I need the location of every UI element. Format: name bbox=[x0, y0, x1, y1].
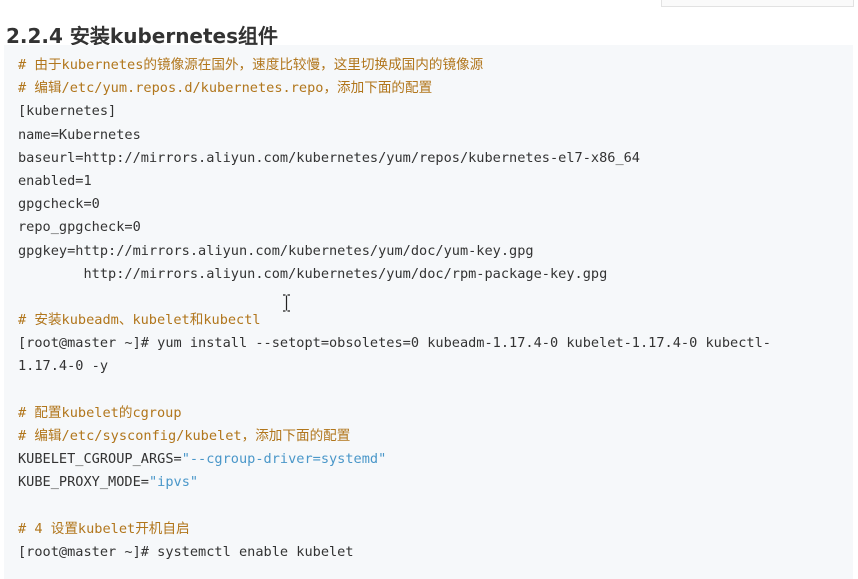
code-token-comment: # 配置kubelet的cgroup bbox=[18, 404, 182, 421]
code-line: # 编辑/etc/sysconfig/kubelet，添加下面的配置 bbox=[18, 425, 771, 448]
text-cursor-icon bbox=[283, 294, 290, 312]
code-token-plain: KUBELET_CGROUP_ARGS= bbox=[18, 451, 182, 468]
code-line: gpgcheck=0 bbox=[18, 193, 771, 216]
code-token-comment: # 由于kubernetes的镜像源在国外，速度比较慢，这里切换成国内的镜像源 bbox=[18, 57, 484, 73]
code-line: KUBELET_CGROUP_ARGS="--cgroup-driver=sys… bbox=[18, 448, 771, 471]
top-toolbar-fragment bbox=[661, 0, 854, 7]
code-token-comment: # 4 设置kubelet开机自启 bbox=[18, 520, 190, 537]
code-line: # 4 设置kubelet开机自启 bbox=[18, 518, 771, 541]
code-line: # 安装kubeadm、kubelet和kubectl bbox=[18, 309, 771, 332]
code-token-plain: [root@master ~]# yum install --setopt=ob… bbox=[18, 335, 771, 352]
code-token-comment: # 编辑/etc/yum.repos.d/kubernetes.repo，添加下… bbox=[18, 80, 433, 97]
code-lines: # 由于kubernetes的镜像源在国外，速度比较慢，这里切换成国内的镜像源 #… bbox=[18, 54, 771, 564]
code-line: # 由于kubernetes的镜像源在国外，速度比较慢，这里切换成国内的镜像源 bbox=[18, 54, 771, 77]
code-line: [kubernetes] bbox=[18, 100, 771, 123]
code-line: http://mirrors.aliyun.com/kubernetes/yum… bbox=[18, 263, 771, 286]
code-line: baseurl=http://mirrors.aliyun.com/kubern… bbox=[18, 147, 771, 170]
code-line: name=Kubernetes bbox=[18, 124, 771, 147]
code-token-plain: gpgcheck=0 bbox=[18, 196, 100, 213]
code-token-plain: enabled=1 bbox=[18, 172, 92, 189]
code-line: # 编辑/etc/yum.repos.d/kubernetes.repo，添加下… bbox=[18, 77, 771, 100]
code-token-comment: # 编辑/etc/sysconfig/kubelet，添加下面的配置 bbox=[18, 428, 351, 444]
code-token-plain: 1.17.4-0 -y bbox=[18, 358, 109, 375]
code-line: [root@master ~]# yum install --setopt=ob… bbox=[18, 332, 771, 355]
code-token-string: "--cgroup-driver=systemd" bbox=[181, 451, 387, 468]
code-line: KUBE_PROXY_MODE="ipvs" bbox=[18, 471, 771, 494]
code-token-plain: [root@master ~]# systemctl enable kubele… bbox=[18, 543, 354, 560]
code-token-plain: [kubernetes] bbox=[18, 103, 117, 120]
code-line: enabled=1 bbox=[18, 170, 771, 193]
code-line: # 配置kubelet的cgroup bbox=[18, 402, 771, 425]
code-block[interactable]: # 由于kubernetes的镜像源在国外，速度比较慢，这里切换成国内的镜像源 #… bbox=[4, 45, 853, 579]
code-line: gpgkey=http://mirrors.aliyun.com/kuberne… bbox=[18, 240, 771, 263]
code-token-plain: gpgkey=http://mirrors.aliyun.com/kuberne… bbox=[18, 242, 534, 259]
code-token-plain: KUBE_PROXY_MODE= bbox=[18, 474, 149, 491]
code-token-comment: # 安装kubeadm、kubelet和kubectl bbox=[18, 312, 261, 329]
code-token-plain: repo_gpgcheck=0 bbox=[18, 219, 141, 236]
code-token-plain: baseurl=http://mirrors.aliyun.com/kubern… bbox=[18, 149, 640, 166]
code-token-plain: http://mirrors.aliyun.com/kubernetes/yum… bbox=[18, 265, 608, 282]
code-line: repo_gpgcheck=0 bbox=[18, 216, 771, 239]
code-line: [root@master ~]# systemctl enable kubele… bbox=[18, 541, 771, 564]
code-token-plain: name=Kubernetes bbox=[18, 126, 141, 143]
code-line: 1.17.4-0 -y bbox=[18, 355, 771, 378]
code-token-string: "ipvs" bbox=[148, 474, 199, 491]
